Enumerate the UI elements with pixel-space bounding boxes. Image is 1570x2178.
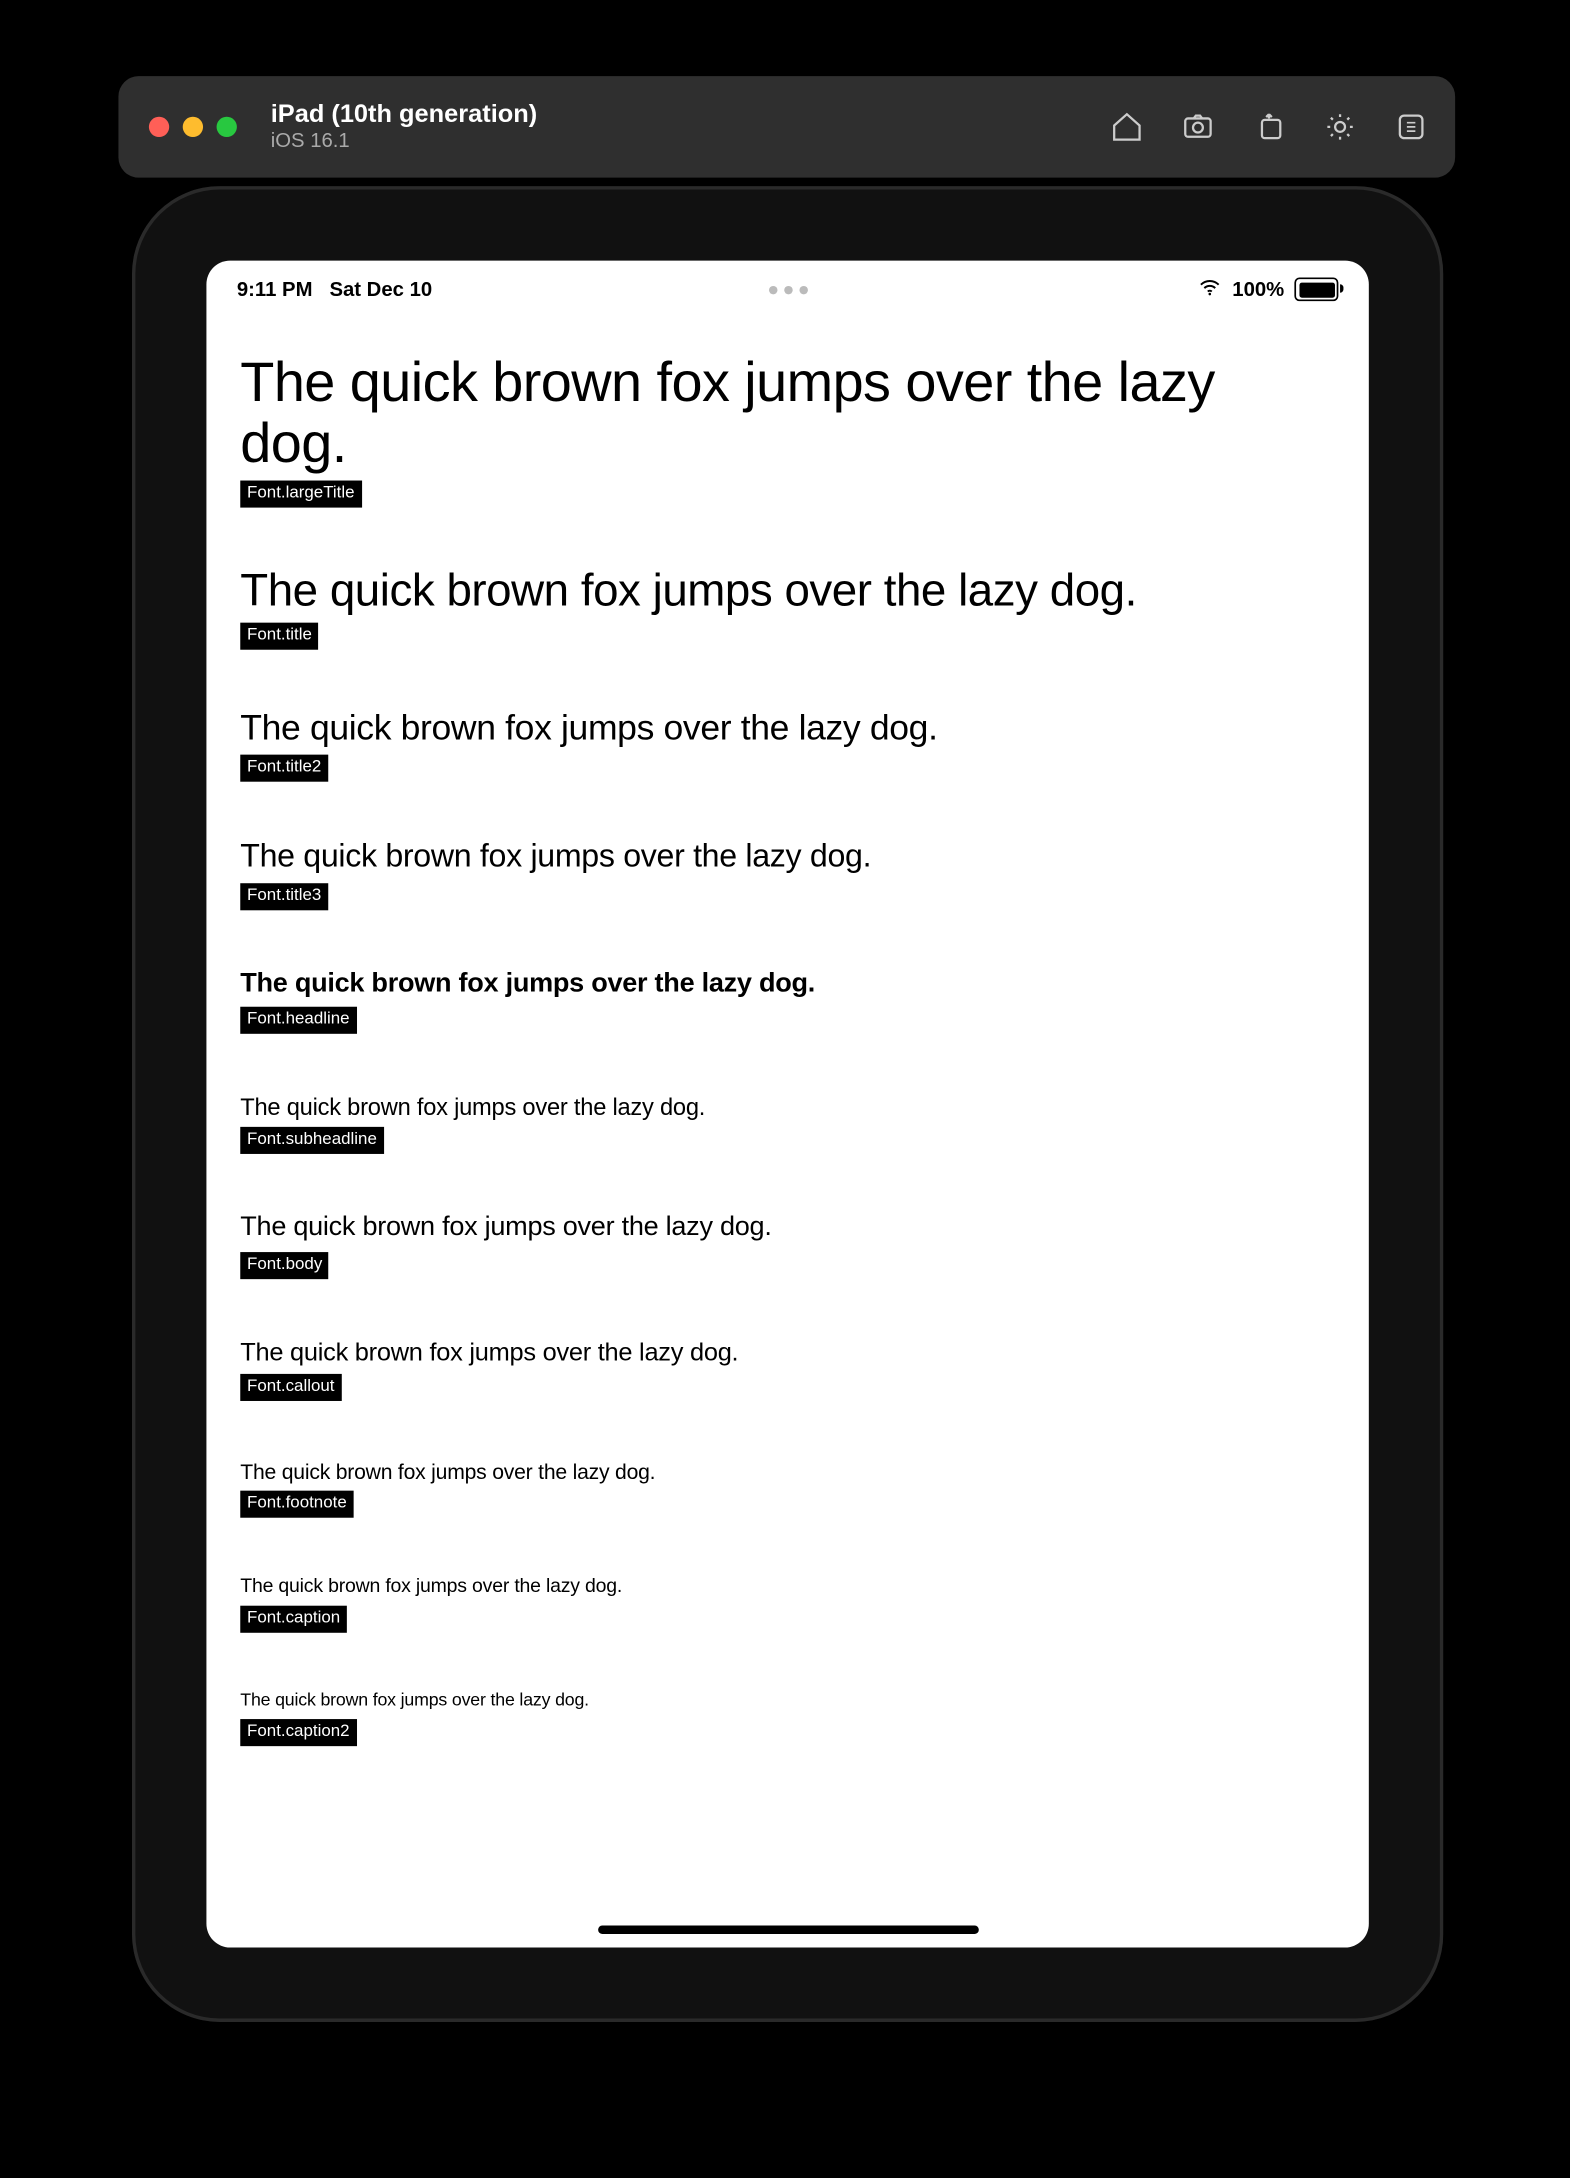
font-sample-block: The quick brown fox jumps over the lazy … (240, 967, 1335, 1033)
font-name-badge: Font.footnote (240, 1491, 353, 1518)
font-sample-block: The quick brown fox jumps over the lazy … (240, 1691, 1335, 1746)
font-name-badge: Font.caption2 (240, 1719, 356, 1746)
screenshot-icon[interactable] (1181, 110, 1215, 144)
simulator-device-name: iPad (10th generation) (271, 101, 538, 130)
font-sample-text: The quick brown fox jumps over the lazy … (240, 1576, 1335, 1601)
font-sample-block: The quick brown fox jumps over the lazy … (240, 839, 1335, 910)
font-sample-block: The quick brown fox jumps over the lazy … (240, 1576, 1335, 1633)
font-sample-block: The quick brown fox jumps over the lazy … (240, 1091, 1335, 1154)
font-name-badge: Font.largeTitle (240, 480, 361, 507)
status-time: 9:11 PM (237, 277, 313, 301)
font-sample-block: The quick brown fox jumps over the lazy … (240, 564, 1335, 649)
font-name-badge: Font.title (240, 622, 318, 649)
home-icon[interactable] (1110, 110, 1144, 144)
battery-percent: 100% (1232, 277, 1284, 301)
simulator-window-titlebar: iPad (10th generation) iOS 16.1 (118, 76, 1455, 178)
window-zoom-button[interactable] (217, 117, 237, 137)
window-close-button[interactable] (149, 117, 169, 137)
font-name-badge: Font.callout (240, 1374, 341, 1401)
font-name-badge: Font.headline (240, 1006, 356, 1033)
home-indicator[interactable] (597, 1925, 978, 1933)
font-sample-text: The quick brown fox jumps over the lazy … (240, 1336, 1335, 1369)
font-name-badge: Font.title2 (240, 754, 328, 781)
window-minimize-button[interactable] (183, 117, 203, 137)
font-sample-block: The quick brown fox jumps over the lazy … (240, 1211, 1335, 1278)
status-bar: 9:11 PM Sat Dec 10 100% (206, 261, 1368, 308)
font-sample-block: The quick brown fox jumps over the lazy … (240, 1459, 1335, 1519)
font-sample-text: The quick brown fox jumps over the lazy … (240, 1459, 1335, 1486)
font-name-badge: Font.body (240, 1251, 329, 1278)
window-traffic-lights (149, 117, 237, 137)
font-name-badge: Font.caption (240, 1606, 347, 1633)
simulator-os-version: iOS 16.1 (271, 130, 538, 153)
font-samples-list: The quick brown fox jumps over the lazy … (206, 308, 1368, 1948)
ipad-device-frame: 9:11 PM Sat Dec 10 100% The quick brown … (132, 186, 1443, 2022)
status-date: Sat Dec 10 (329, 277, 432, 301)
rotate-icon[interactable] (1252, 110, 1286, 144)
keyboard-shortcuts-icon[interactable] (1394, 110, 1428, 144)
font-sample-text: The quick brown fox jumps over the lazy … (240, 1211, 1335, 1246)
font-sample-block: The quick brown fox jumps over the lazy … (240, 352, 1335, 507)
font-sample-block: The quick brown fox jumps over the lazy … (240, 707, 1335, 782)
font-sample-text: The quick brown fox jumps over the lazy … (240, 1691, 1335, 1714)
font-name-badge: Font.subheadline (240, 1127, 383, 1154)
font-sample-text: The quick brown fox jumps over the lazy … (240, 839, 1335, 878)
ipad-screen: 9:11 PM Sat Dec 10 100% The quick brown … (206, 261, 1368, 1948)
font-sample-text: The quick brown fox jumps over the lazy … (240, 564, 1335, 617)
font-sample-block: The quick brown fox jumps over the lazy … (240, 1336, 1335, 1401)
font-sample-text: The quick brown fox jumps over the lazy … (240, 1091, 1335, 1122)
font-sample-text: The quick brown fox jumps over the lazy … (240, 967, 1335, 1001)
multitasking-dots-icon[interactable] (768, 285, 807, 293)
font-sample-text: The quick brown fox jumps over the lazy … (240, 707, 1335, 750)
wifi-icon (1198, 275, 1222, 304)
brightness-icon[interactable] (1323, 110, 1357, 144)
battery-icon (1294, 277, 1338, 301)
font-sample-text: The quick brown fox jumps over the lazy … (240, 352, 1335, 475)
font-name-badge: Font.title3 (240, 883, 328, 910)
